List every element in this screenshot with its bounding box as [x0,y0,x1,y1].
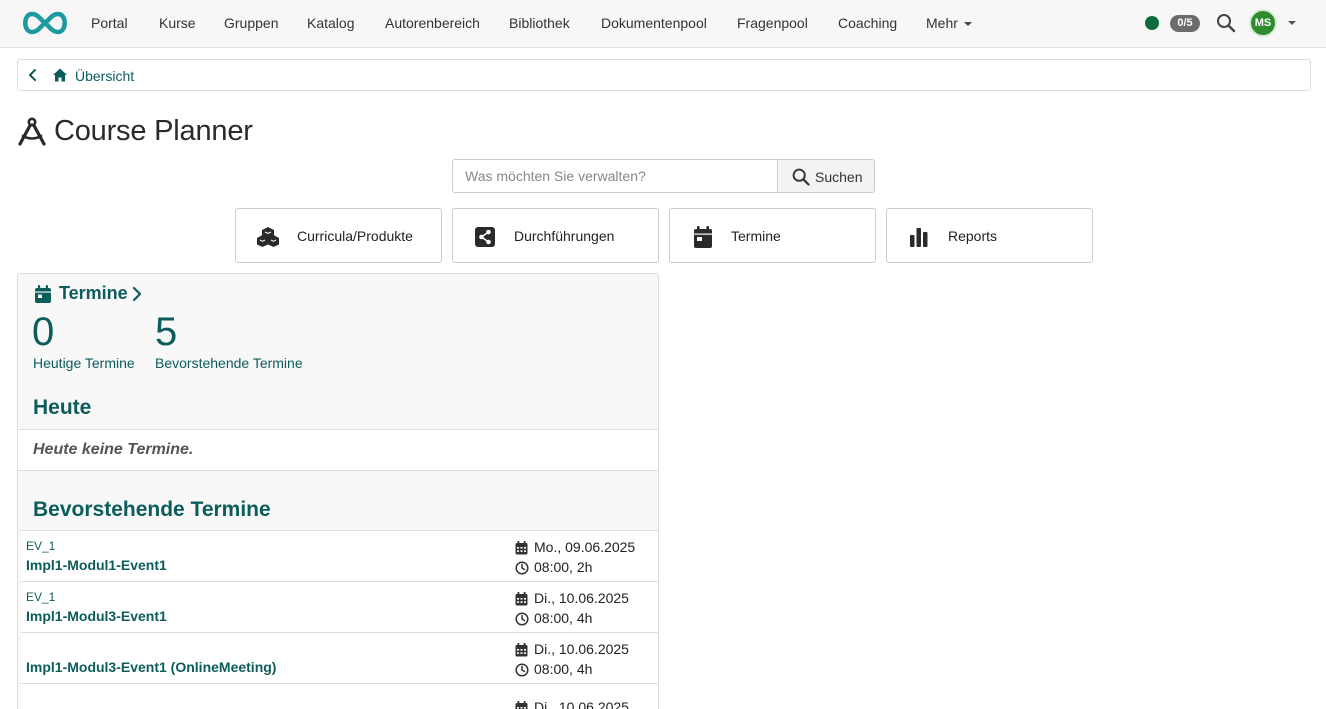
search-icon[interactable] [1216,13,1236,33]
clock-icon [515,663,529,677]
nav-fragenpool[interactable]: Fragenpool [737,15,808,31]
page-title: Course Planner [54,115,253,147]
clock-icon [515,612,529,626]
event-time-text: 08:00, 2h [534,559,593,575]
search-input[interactable] [452,159,778,193]
panel-title-link[interactable]: Termine [59,283,128,304]
search-button[interactable]: Suchen [777,159,875,193]
search-icon [792,168,810,186]
event-title-link[interactable]: Impl1-Modul3-Event1 (OnlineMeeting) [26,659,276,675]
infinity-logo-icon[interactable] [18,9,72,37]
nav-katalog[interactable]: Katalog [307,15,354,31]
chevron-down-icon [963,22,972,27]
no-events-box: Heute keine Termine. [18,429,658,471]
nav-bibliothek[interactable]: Bibliothek [509,15,570,31]
nav-portal[interactable]: Portal [91,15,128,31]
tile-durchfuehrungen[interactable]: Durchführungen [452,208,659,263]
event-row: EV_1 Impl1-Modul1-Event1 Mo., 09.06.2025… [21,530,658,581]
calendar-icon [515,592,528,606]
upcoming-heading: Bevorstehende Termine [33,498,271,521]
event-date-text: Mo., 09.06.2025 [534,539,636,555]
upcoming-count: 5 [155,310,178,354]
calendar-icon [515,541,528,555]
event-title-link[interactable]: Impl1-Modul3-Event1 [26,608,167,624]
event-row: EV_1 Impl1-Modul3-Event1 Di., 10.06.2025… [21,581,658,632]
event-date-text: Di., 10.06.2025 [534,641,629,657]
nav-kurse[interactable]: Kurse [159,15,196,31]
chevron-left-icon[interactable] [26,67,40,83]
tile-termine[interactable]: Termine [669,208,876,263]
event-row: Di., 10.06.2025 [21,683,658,709]
today-count-label: Heutige Termine [33,355,135,371]
calendar-icon [694,226,712,248]
today-heading: Heute [33,396,92,419]
event-list: EV_1 Impl1-Modul1-Event1 Mo., 09.06.2025… [21,530,658,709]
event-row: Impl1-Modul3-Event1 (OnlineMeeting) Di.,… [21,632,658,683]
top-navigation: Portal Kurse Gruppen Katalog Autorenbere… [0,0,1326,48]
nav-autorenbereich[interactable]: Autorenbereich [385,15,480,31]
cubes-icon [257,227,279,247]
calendar-icon [515,643,528,657]
tile-label: Durchführungen [514,228,615,244]
nav-gruppen[interactable]: Gruppen [224,15,278,31]
tile-curricula-produkte[interactable]: Curricula/Produkte [235,208,442,263]
tile-label: Reports [948,228,998,244]
today-count: 0 [32,310,55,354]
notification-counter[interactable]: 0/5 [1170,15,1200,32]
compass-drafting-icon [18,117,46,146]
tile-reports[interactable]: Reports [886,208,1093,263]
event-code: EV_1 [26,539,56,553]
event-code: EV_1 [26,590,56,604]
upcoming-count-label: Bevorstehende Termine [155,355,303,371]
home-icon[interactable] [52,67,68,83]
clock-icon [515,561,529,575]
breadcrumb: Übersicht [17,59,1311,91]
calendar-icon [515,701,528,709]
online-status-icon[interactable] [1145,16,1159,30]
share-square-icon [475,227,495,247]
event-date-text: Di., 10.06.2025 [534,699,629,709]
termine-panel: Termine 0 Heutige Termine 5 Bevorstehend… [17,273,659,709]
event-date-text: Di., 10.06.2025 [534,590,629,606]
nav-mehr-dropdown[interactable]: Mehr [926,15,972,31]
search-button-label: Suchen [815,169,863,185]
user-avatar[interactable]: MS [1249,9,1277,37]
nav-dokumentenpool[interactable]: Dokumentenpool [601,15,707,31]
tile-label: Curricula/Produkte [297,228,413,244]
tile-label: Termine [731,228,781,244]
event-title-link[interactable]: Impl1-Modul1-Event1 [26,557,167,573]
bar-chart-icon [910,228,928,247]
event-time-text: 08:00, 4h [534,610,593,626]
chevron-right-icon[interactable] [132,286,142,302]
no-events-text: Heute keine Termine. [33,441,194,458]
event-time-text: 08:00, 4h [534,661,593,677]
chevron-down-icon[interactable] [1288,21,1296,25]
breadcrumb-overview-link[interactable]: Übersicht [75,68,134,84]
nav-coaching[interactable]: Coaching [838,15,897,31]
calendar-icon [35,285,51,303]
nav-mehr-label: Mehr [926,15,958,31]
